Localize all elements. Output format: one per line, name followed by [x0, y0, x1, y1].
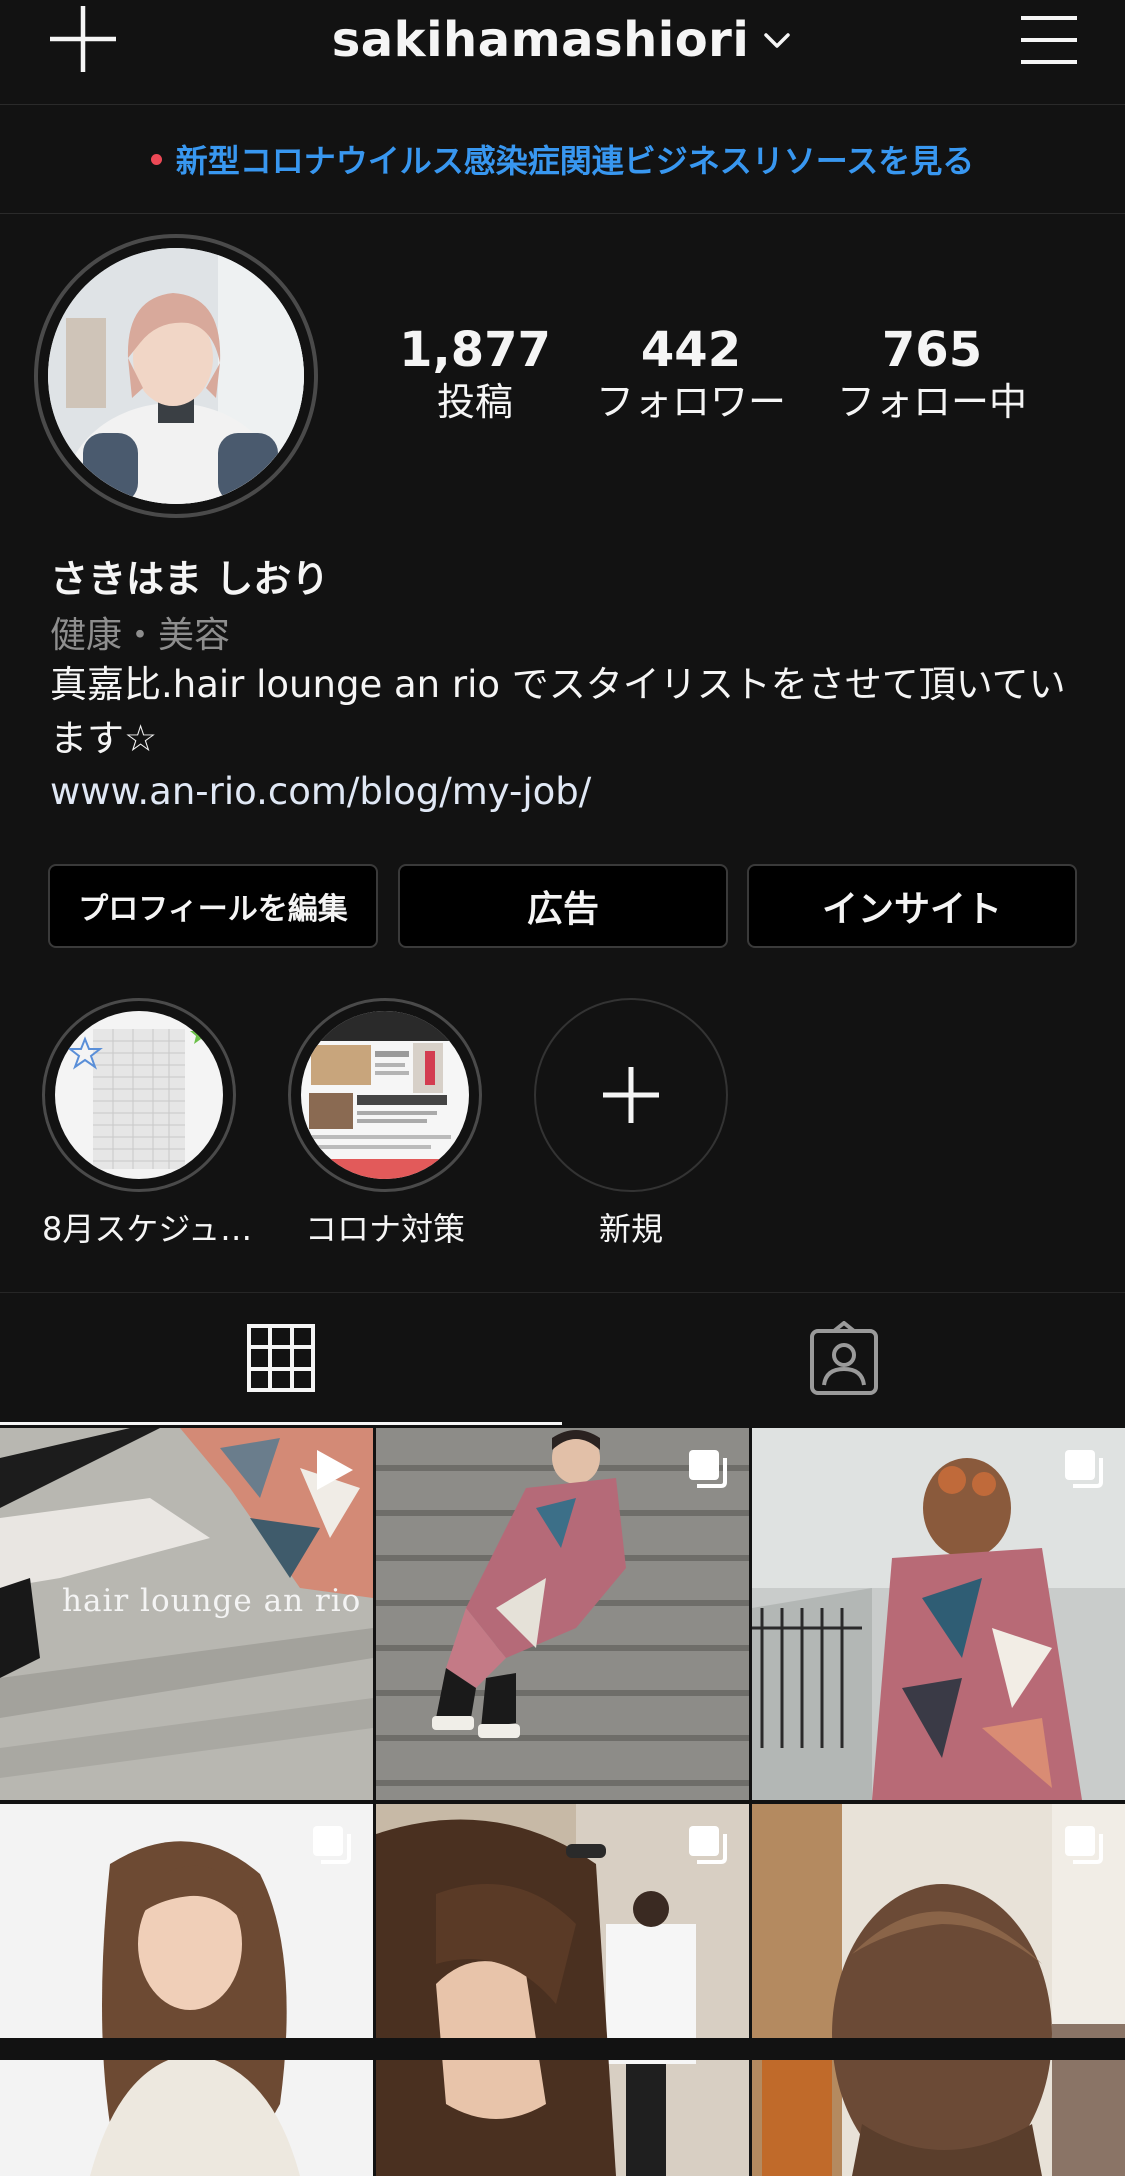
hamburger-menu-icon[interactable]	[1015, 6, 1083, 74]
followers-count-value: 442	[640, 322, 742, 378]
banner-text: 新型コロナウイルス感染症関連ビジネスリソースを見る	[175, 142, 975, 180]
business-resources-banner[interactable]: 新型コロナウイルス感染症関連ビジネスリソースを見る	[0, 105, 1125, 214]
profile-website-link[interactable]: www.an-rio.com/blog/my-job/	[50, 770, 591, 813]
highlight-cover	[301, 1011, 469, 1179]
posts-count-value: 1,877	[399, 322, 551, 378]
post-tile[interactable]	[376, 1804, 749, 2176]
post-tile[interactable]	[752, 1804, 1125, 2176]
insights-button[interactable]: インサイト	[747, 864, 1077, 948]
username-title: sakihamashiori	[331, 12, 750, 68]
tab-tagged[interactable]	[563, 1293, 1125, 1425]
highlight-label: コロナ対策	[304, 1210, 465, 1248]
highlight-item[interactable]: 8月スケジュ…	[42, 998, 253, 1250]
avatar[interactable]	[48, 248, 304, 504]
edit-profile-button[interactable]: プロフィールを編集	[48, 864, 378, 948]
profile-stats: 1,877 投稿 442 フォロワー 765 フォロー中	[380, 322, 1080, 426]
profile-bio: 真嘉比.hair lounge an rio でスタイリストをさせて頂いています…	[50, 663, 1066, 760]
account-switcher[interactable]: sakihamashiori	[0, 0, 1125, 80]
post-tile[interactable]	[376, 1428, 749, 1800]
profile-category: 健康・美容	[50, 615, 231, 656]
post-tile[interactable]: hair lounge an rio	[0, 1428, 373, 1800]
plus-icon	[603, 1067, 659, 1123]
new-highlight-ring	[534, 998, 728, 1192]
post-tile[interactable]	[752, 1428, 1125, 1800]
following-count-value: 765	[881, 322, 983, 378]
highlight-label: 新規	[598, 1210, 663, 1248]
chevron-down-icon	[764, 33, 791, 48]
highlight-cover-ring	[42, 998, 236, 1192]
post-tile[interactable]	[0, 1804, 373, 2176]
following-count-label: フォロー中	[836, 380, 1027, 424]
carousel-icon	[1065, 1826, 1103, 1864]
play-icon	[317, 1450, 353, 1490]
carousel-icon	[313, 1826, 351, 1864]
highlight-item[interactable]: コロナ対策	[288, 998, 482, 1250]
grid-icon	[247, 1323, 315, 1392]
highlight-cover	[55, 1011, 223, 1179]
followers-count-label: フォロワー	[595, 380, 786, 424]
carousel-icon	[1065, 1450, 1103, 1488]
followers-count[interactable]: 442 フォロワー	[570, 322, 812, 426]
tab-posts-grid[interactable]	[0, 1293, 562, 1425]
profile-tabs	[0, 1292, 1125, 1425]
top-bar: sakihamashiori	[0, 0, 1125, 105]
posts-count[interactable]: 1,877 投稿	[380, 322, 570, 426]
highlight-cover-ring	[288, 998, 482, 1192]
bottom-edge	[0, 2038, 1125, 2060]
carousel-icon	[689, 1450, 727, 1488]
carousel-icon	[689, 1826, 727, 1864]
following-count[interactable]: 765 フォロー中	[812, 322, 1052, 426]
promotions-button[interactable]: 広告	[398, 864, 728, 948]
tagged-person-icon	[810, 1321, 878, 1395]
highlight-label: 8月スケジュ…	[42, 1210, 253, 1248]
new-highlight-button[interactable]: 新規	[534, 998, 728, 1250]
notification-dot	[150, 153, 162, 165]
posts-count-label: 投稿	[436, 380, 513, 424]
profile-name: さきはま しおり	[50, 557, 330, 601]
post-overlay-text: hair lounge an rio	[62, 1583, 362, 1619]
